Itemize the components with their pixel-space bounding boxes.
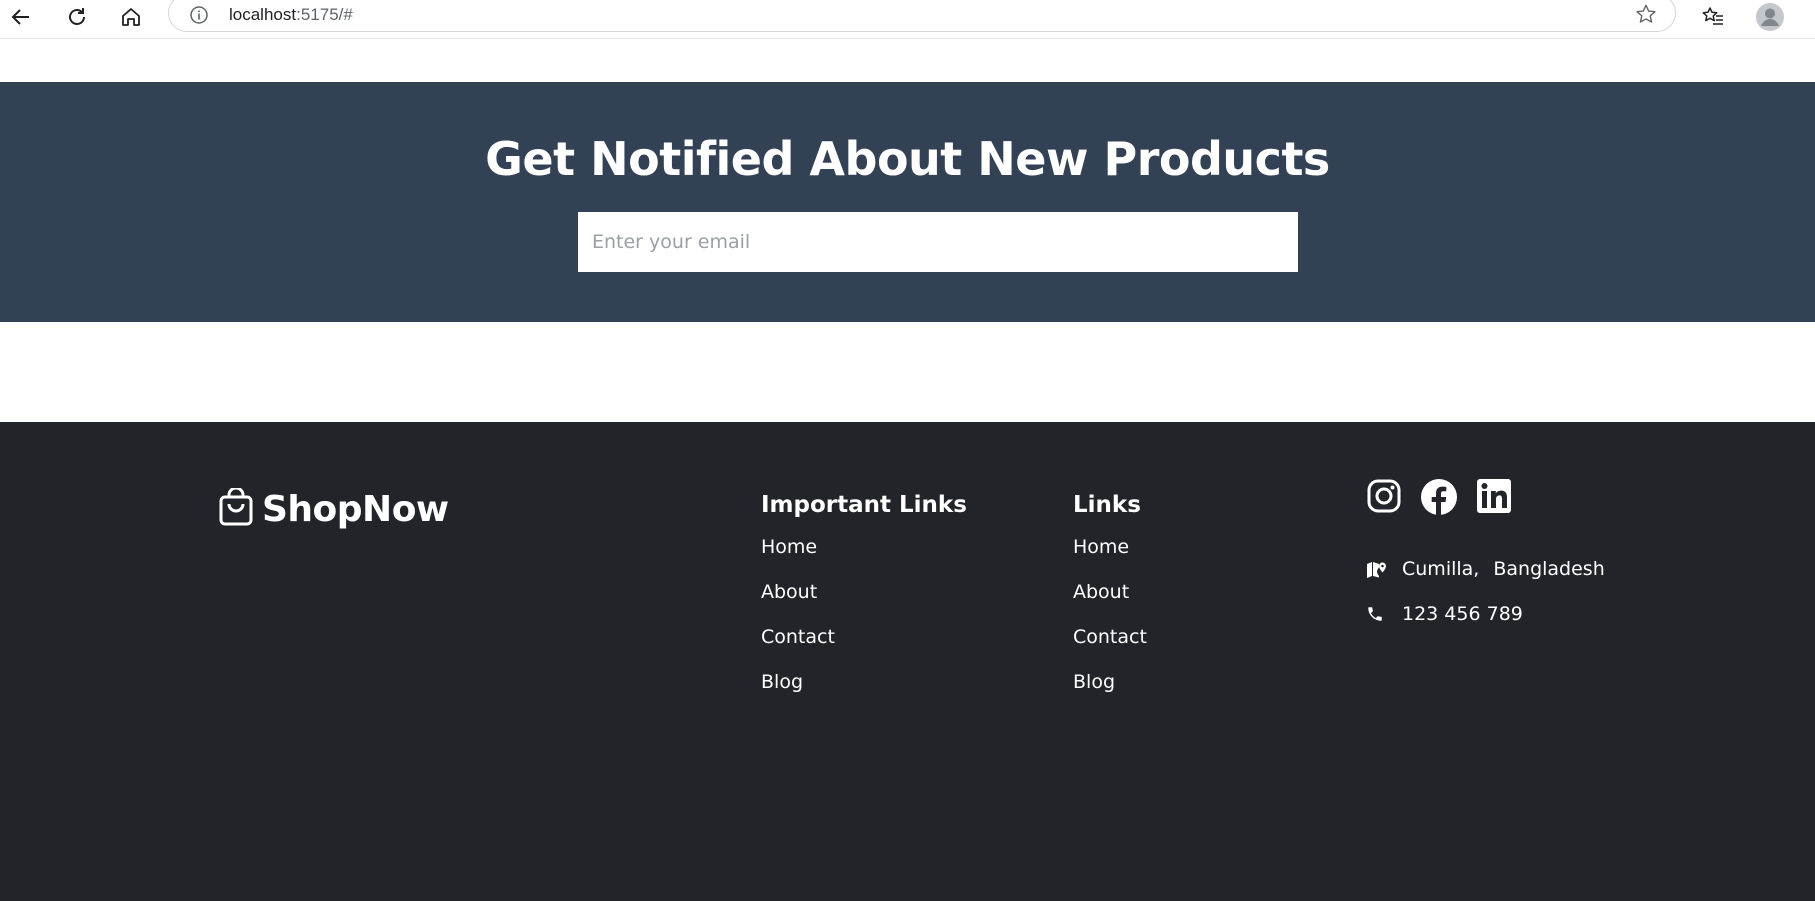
phone-number: 123 456 789 [1402, 602, 1523, 625]
brand-name: ShopNow [262, 488, 449, 530]
link-home[interactable]: Home [1073, 536, 1129, 558]
newsletter-section: Get Notified About New Products [0, 82, 1815, 322]
address-bar[interactable]: localhost:5175/# [168, 0, 1676, 32]
address-city: Cumilla, [1402, 557, 1480, 580]
link-blog[interactable]: Blog [1073, 671, 1115, 693]
important-link-about[interactable]: About [761, 581, 817, 603]
important-link-home[interactable]: Home [761, 536, 817, 558]
phone-icon [1366, 605, 1402, 623]
important-link-blog[interactable]: Blog [761, 671, 803, 693]
browser-toolbar: localhost:5175/# [0, 0, 1815, 39]
url-path: :5175/# [296, 5, 353, 24]
important-links-column: Important Links Home About Contact Blog [761, 492, 967, 716]
url-text: localhost:5175/# [229, 5, 353, 25]
shopping-bag-icon [218, 486, 254, 530]
link-about[interactable]: About [1073, 581, 1129, 603]
link-contact[interactable]: Contact [1073, 626, 1147, 648]
newsletter-title: Get Notified About New Products [485, 132, 1330, 186]
site-info-icon[interactable] [189, 5, 209, 30]
url-host: localhost [229, 5, 297, 24]
profile-avatar[interactable] [1753, 0, 1787, 34]
footer: ShopNow Important Links Home About Conta… [0, 422, 1815, 901]
address-country: Bangladesh [1493, 557, 1605, 580]
important-links-heading: Important Links [761, 492, 967, 518]
important-link-contact[interactable]: Contact [761, 626, 835, 648]
phone-row: 123 456 789 [1366, 591, 1605, 636]
home-icon[interactable] [116, 2, 146, 32]
contact-info: Cumilla, Bangladesh 123 456 789 [1366, 546, 1605, 636]
back-icon[interactable] [6, 2, 36, 32]
social-links [1366, 478, 1512, 520]
address-row: Cumilla, Bangladesh [1366, 546, 1605, 591]
brand-logo[interactable]: ShopNow [218, 486, 449, 530]
links-column: Links Home About Contact Blog [1073, 492, 1147, 716]
facebook-icon[interactable] [1420, 478, 1458, 520]
reload-icon[interactable] [62, 2, 92, 32]
bookmark-star-icon[interactable] [1635, 3, 1657, 30]
instagram-icon[interactable] [1366, 478, 1402, 520]
email-input[interactable] [578, 212, 1298, 272]
favorites-icon[interactable] [1698, 2, 1728, 32]
linkedin-icon[interactable] [1476, 478, 1512, 520]
links-heading: Links [1073, 492, 1141, 518]
map-location-icon [1366, 560, 1402, 578]
